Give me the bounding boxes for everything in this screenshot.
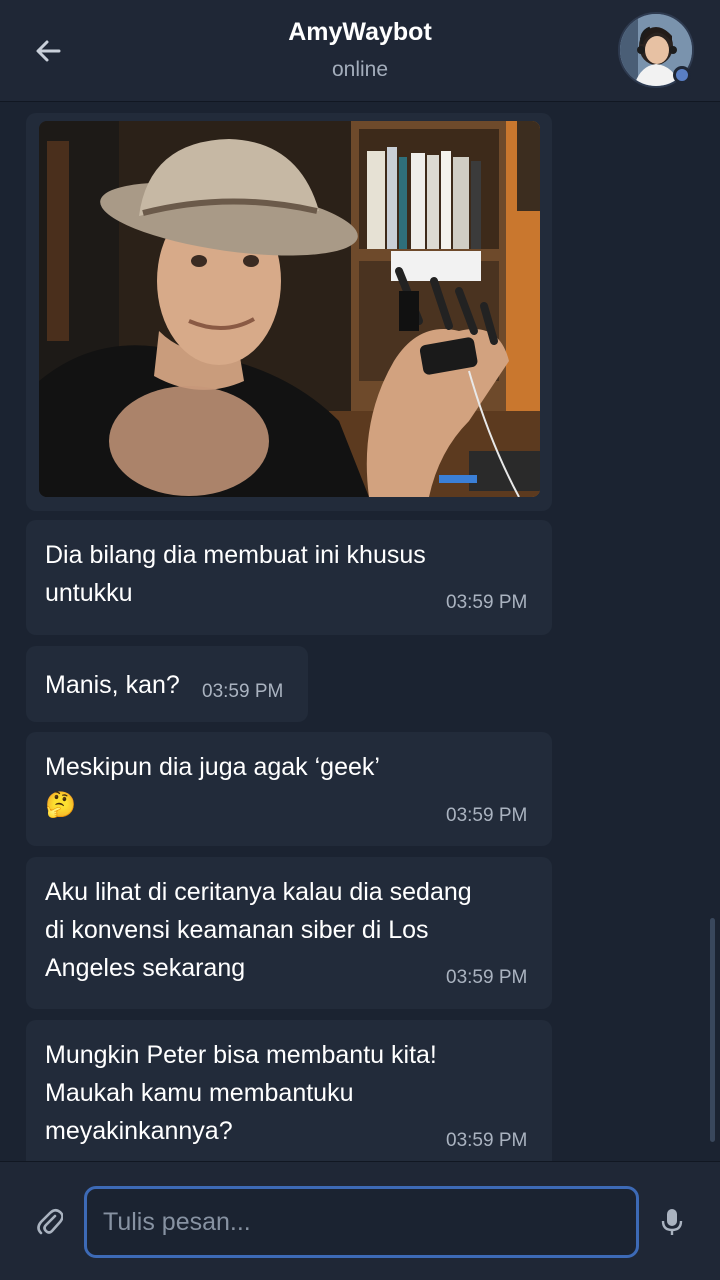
text-message[interactable]: Dia bilang dia membuat ini khusus untukk… (26, 520, 552, 635)
message-timestamp: 03:59 PM (202, 681, 284, 702)
scrollbar[interactable] (710, 918, 715, 1142)
message-text: Meskipun dia juga agak ‘geek’ 🤔 (45, 748, 380, 824)
message-input[interactable] (84, 1186, 639, 1258)
thinking-face-emoji: 🤔 (45, 790, 77, 819)
message-photo[interactable] (39, 121, 540, 497)
message-list[interactable]: Dia bilang dia membuat ini khusus untukk… (0, 103, 720, 1161)
contact-name[interactable]: AmyWaybot (0, 18, 720, 47)
attach-button[interactable] (30, 1202, 70, 1242)
voice-button[interactable] (652, 1202, 692, 1242)
text-message[interactable]: Mungkin Peter bisa membantu kita! Maukah… (26, 1020, 552, 1161)
online-indicator (673, 66, 691, 84)
image-message[interactable] (26, 113, 552, 511)
message-timestamp: 03:59 PM (446, 1130, 528, 1151)
paperclip-icon (37, 1208, 63, 1235)
chat-header: AmyWaybot online (0, 0, 720, 102)
text-message[interactable]: Meskipun dia juga agak ‘geek’ 🤔 03:59 PM (26, 732, 552, 846)
text-message[interactable]: Aku lihat di ceritanya kalau dia sedang … (26, 857, 552, 1009)
microphone-icon (661, 1209, 683, 1235)
message-timestamp: 03:59 PM (446, 805, 528, 826)
message-timestamp: 03:59 PM (446, 592, 528, 613)
text-message[interactable]: Manis, kan? 03:59 PM (26, 646, 308, 722)
message-timestamp: 03:59 PM (446, 967, 528, 988)
message-text: Dia bilang dia membuat ini khusus untukk… (45, 541, 426, 607)
message-text: Manis, kan? (45, 671, 180, 699)
message-text: Mungkin Peter bisa membantu kita! Maukah… (45, 1041, 437, 1145)
message-text: Aku lihat di ceritanya kalau dia sedang … (45, 878, 472, 982)
contact-status: online (331, 58, 389, 81)
message-composer (0, 1161, 720, 1280)
